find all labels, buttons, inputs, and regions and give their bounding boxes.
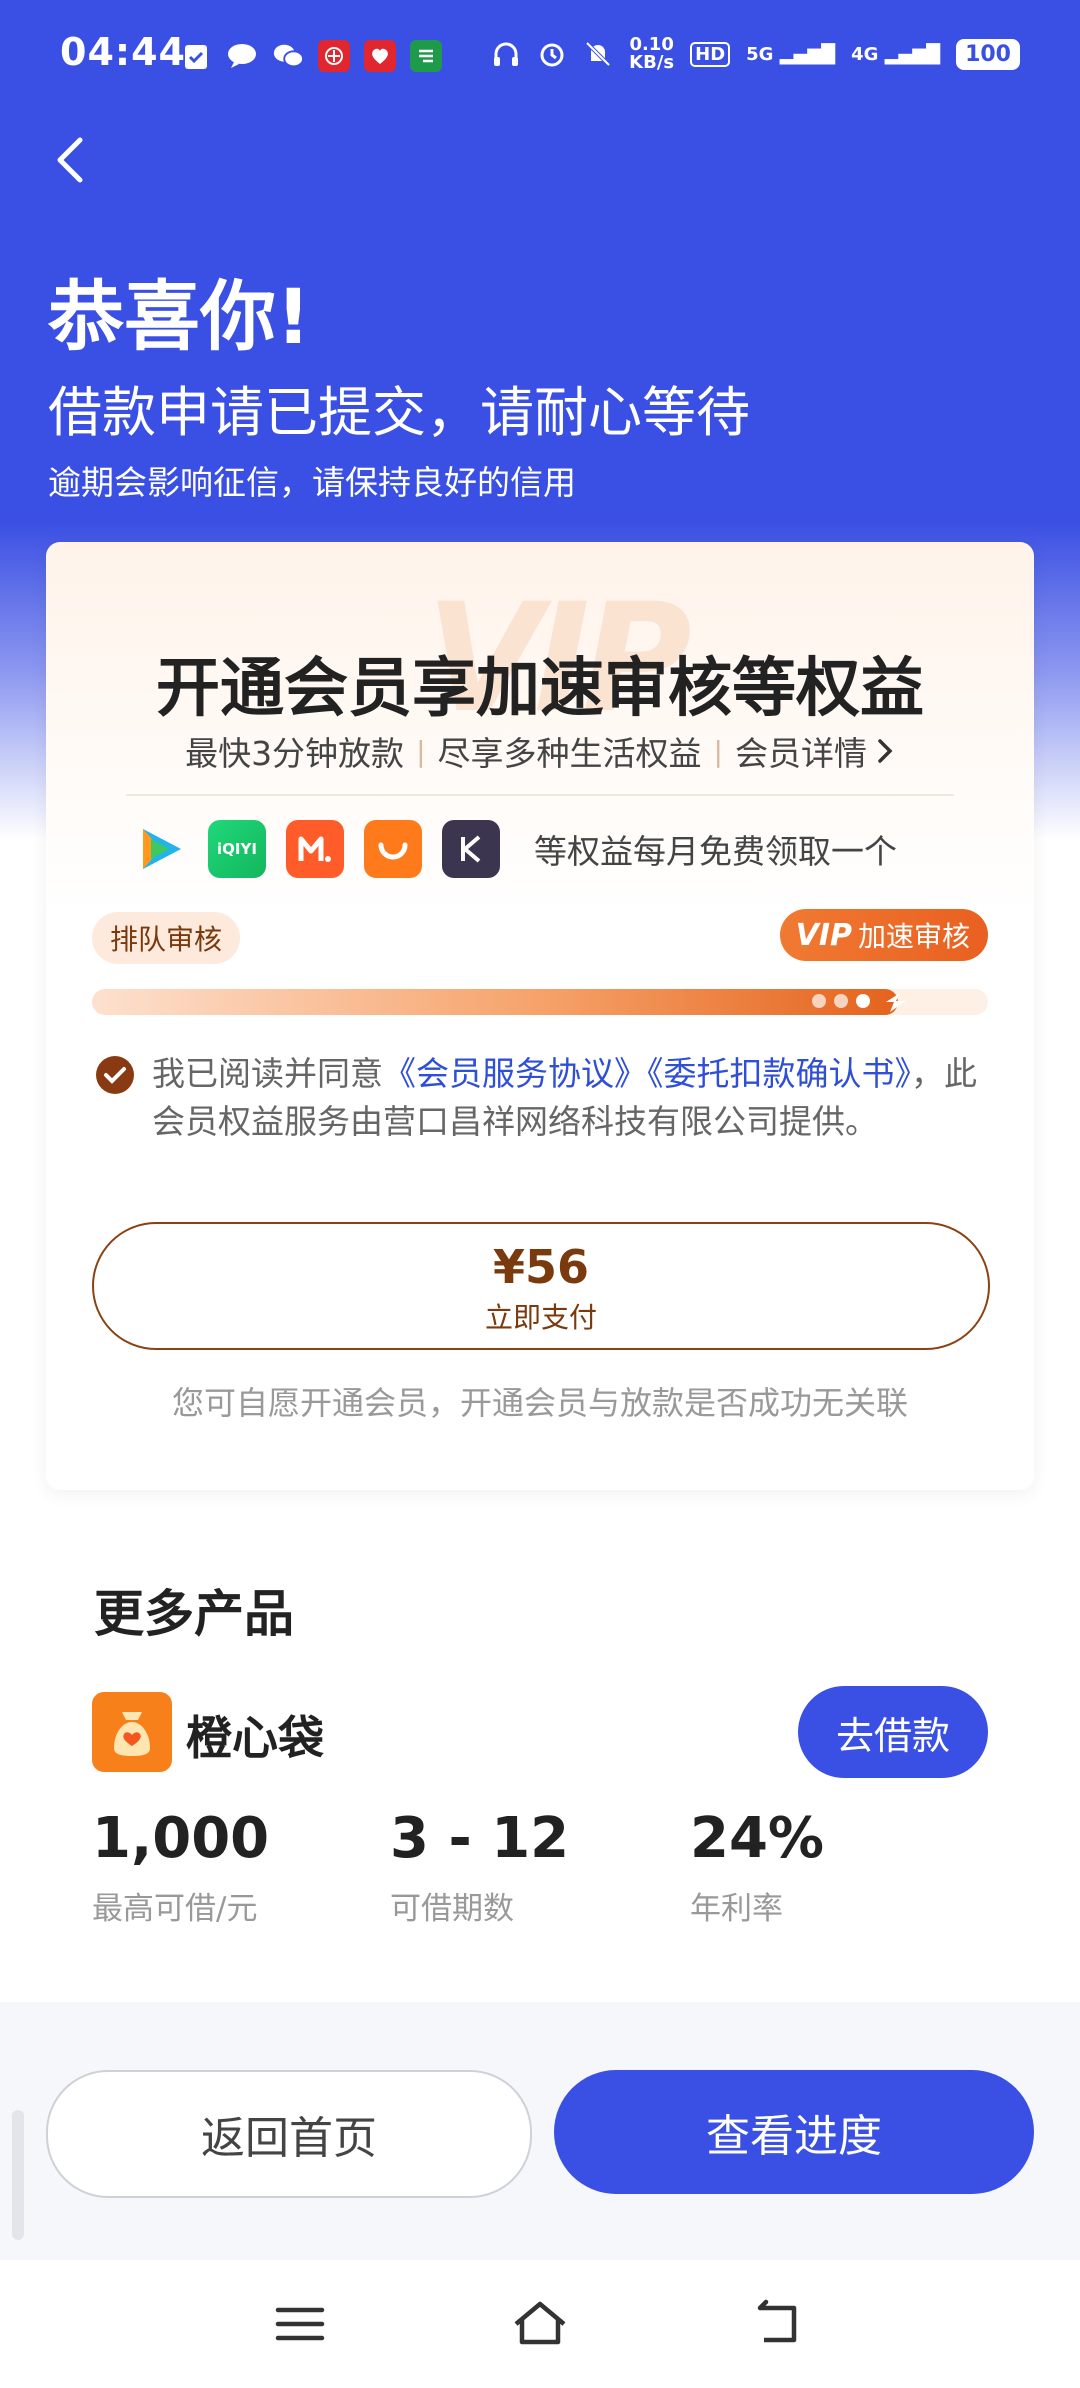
agreement-checkbox[interactable]: [96, 1056, 134, 1094]
menu-icon[interactable]: [270, 2294, 330, 2354]
signal-5g: 5G ▂▄▆█: [746, 43, 836, 65]
vip-logo: VIP: [795, 917, 852, 953]
stat-label: 最高可借/元: [92, 1891, 258, 1927]
view-progress-button[interactable]: 查看进度: [554, 2070, 1034, 2194]
product-logo: [92, 1692, 172, 1772]
benefits-caption: 等权益每月免费领取一个: [534, 832, 897, 871]
product-name: 橙心袋: [186, 1711, 324, 1765]
feature-separator: |: [416, 734, 426, 768]
didi-logo: [364, 820, 422, 878]
status-bar: 04:44 0.10 KB/s HD 5G ▂▄▆█ 4G ▂▄▆█ 100: [0, 0, 1080, 118]
network-speed: 0.10 KB/s: [629, 34, 675, 73]
iqiyi-logo: iQIYI: [208, 820, 266, 878]
agreement-section: 我已阅读并同意《会员服务协议》《委托扣款确认书》，此会员权益服务由营口昌祥网络科…: [96, 1050, 996, 1146]
stat-annual-rate: 24% 年利率: [690, 1806, 824, 1928]
lightning-icon: [886, 993, 906, 1012]
post-office-icon: [410, 40, 442, 72]
hd-badge: HD: [690, 41, 731, 67]
page-subtitle: 借款申请已提交，请耐心等待: [48, 381, 750, 444]
agreement-text: 我已阅读并同意《会员服务协议》《委托扣款确认书》，此会员权益服务由营口昌祥网络科…: [152, 1050, 996, 1146]
membership-disclaimer: 您可自愿开通会员，开通会员与放款是否成功无关联: [171, 1384, 908, 1422]
feature-separator: |: [713, 734, 723, 768]
credit-note: 逾期会影响征信，请保持良好的信用: [48, 463, 576, 502]
battery-indicator: 100: [956, 38, 1020, 70]
review-progress-bar: [92, 989, 988, 1015]
alarm-icon: [540, 43, 564, 67]
feature-life-benefits: 尽享多种生活权益: [437, 734, 702, 773]
notification-icons: [180, 40, 442, 72]
review-progress-fill: [92, 989, 899, 1015]
back-button[interactable]: [50, 130, 110, 200]
system-nav-bar: [0, 2260, 1080, 2388]
chevron-right-icon: [878, 739, 893, 763]
chevron-left-icon: [57, 137, 83, 183]
progress-dots: [812, 994, 870, 1008]
stat-value: 3 - 12: [390, 1806, 570, 1871]
card-divider: [126, 794, 954, 796]
status-time: 04:44: [60, 30, 186, 74]
member-details-label: 会员详情: [734, 734, 867, 773]
app-red-icon: [318, 40, 350, 72]
pay-label: 立即支付: [484, 1301, 597, 1334]
membership-title: 开通会员享加速审核等权益: [156, 652, 924, 726]
signal-4g: 4G ▂▄▆█: [851, 43, 941, 65]
feature-fast-loan: 最快3分钟放款: [185, 734, 405, 773]
vip-fast-review-label: 加速审核: [857, 920, 970, 953]
home-icon[interactable]: [510, 2294, 570, 2354]
system-status-icons: 0.10 KB/s HD 5G ▂▄▆█ 4G ▂▄▆█ 100: [491, 36, 1020, 72]
pay-now-button[interactable]: ¥56 立即支付: [92, 1222, 990, 1350]
member-details-link[interactable]: 会员详情: [735, 727, 895, 775]
bottom-action-bar: 返回首页 查看进度: [0, 2002, 1080, 2260]
pay-amount: ¥56: [492, 1240, 590, 1294]
tencent-video-logo: [130, 820, 188, 878]
back-nav-icon[interactable]: [750, 2294, 810, 2354]
membership-card: VIP 开通会员享加速审核等权益 最快3分钟放款 | 尽享多种生活权益 | 会员…: [46, 542, 1034, 1490]
benefit-logos: iQIYI 等权益每月免费领取一个: [130, 820, 897, 878]
service-agreement-link[interactable]: 《会员服务协议》: [383, 1054, 647, 1093]
agreement-prefix: 我已阅读并同意: [152, 1054, 383, 1093]
vip-fast-review-badge: VIP 加速审核: [779, 909, 988, 961]
check-icon: [104, 1067, 126, 1084]
queue-review-badge: 排队审核: [92, 912, 241, 964]
mute-bell-icon: [585, 41, 611, 67]
mango-tv-logo: [286, 820, 344, 878]
stat-periods: 3 - 12 可借期数: [390, 1806, 569, 1928]
page-title: 恭喜你!: [48, 272, 311, 361]
wechat-icon: [272, 40, 304, 72]
membership-features: 最快3分钟放款 | 尽享多种生活权益 | 会员详情: [46, 727, 1034, 775]
stat-label: 年利率: [690, 1891, 783, 1927]
k-logo: [442, 820, 500, 878]
debit-confirmation-link[interactable]: 《委托扣款确认书》: [647, 1054, 911, 1093]
stat-label: 可借期数: [390, 1891, 514, 1927]
headphones-icon: [494, 42, 519, 66]
app-heart-icon: [364, 40, 396, 72]
stat-max-amount: 1,000 最高可借/元: [92, 1806, 269, 1928]
task-icon: [180, 40, 212, 72]
back-home-button[interactable]: 返回首页: [46, 2070, 532, 2198]
edge-handle[interactable]: [12, 2110, 24, 2240]
money-bag-icon: [114, 1712, 150, 1756]
more-products-title: 更多产品: [94, 1585, 294, 1643]
borrow-button[interactable]: 去借款: [798, 1686, 988, 1778]
stat-value: 24%: [690, 1806, 825, 1871]
message-icon: [226, 40, 258, 72]
stat-value: 1,000: [92, 1806, 270, 1871]
